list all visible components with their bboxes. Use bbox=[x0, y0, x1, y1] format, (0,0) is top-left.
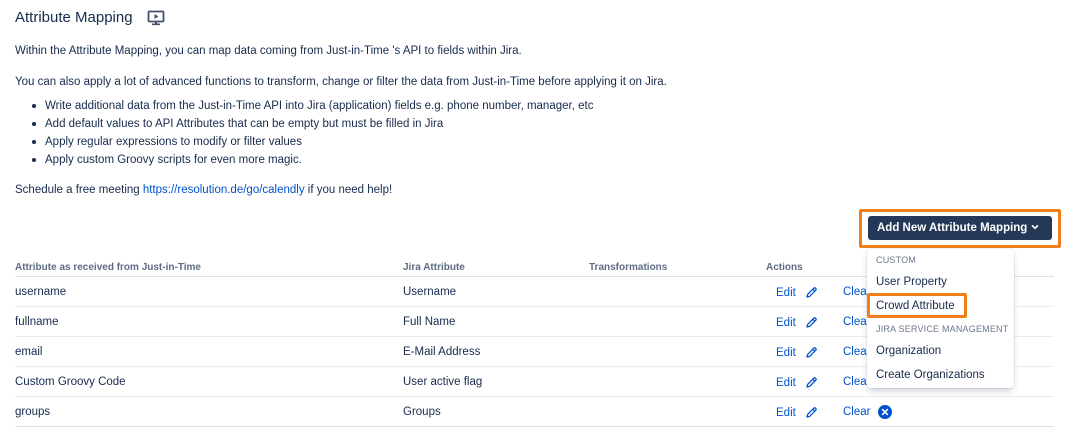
intro-text-advanced: You can also apply a lot of advanced fun… bbox=[15, 76, 667, 88]
page-title: Attribute Mapping bbox=[15, 9, 133, 26]
cell-attribute: username bbox=[15, 286, 67, 298]
edit-label: Edit bbox=[776, 286, 796, 299]
edit-label: Edit bbox=[776, 406, 796, 419]
page-header: Attribute Mapping bbox=[15, 9, 165, 26]
edit-button[interactable]: Edit bbox=[776, 286, 818, 299]
edit-label: Edit bbox=[776, 346, 796, 359]
edit-label: Edit bbox=[776, 316, 796, 329]
column-header-jira-attribute: Jira Attribute bbox=[403, 262, 465, 273]
cell-jira-attribute: Username bbox=[403, 286, 457, 298]
menu-item-organization[interactable]: Organization bbox=[876, 345, 941, 357]
menu-group-jira-service-management: JIRA SERVICE MANAGEMENT bbox=[876, 324, 1009, 334]
add-button-label: Add New Attribute Mapping bbox=[877, 222, 1028, 234]
menu-group-custom: CUSTOM bbox=[876, 255, 917, 265]
column-header-actions: Actions bbox=[766, 262, 803, 273]
list-item: Write additional data from the Just-in-T… bbox=[31, 99, 593, 117]
intro-text: Within the Attribute Mapping, you can ma… bbox=[15, 45, 522, 57]
edit-button[interactable]: Edit bbox=[776, 346, 818, 359]
menu-item-user-property[interactable]: User Property bbox=[876, 276, 947, 288]
list-item: Apply custom Groovy scripts for even mor… bbox=[31, 153, 593, 171]
close-circle-icon[interactable] bbox=[878, 405, 892, 419]
pencil-icon bbox=[806, 317, 817, 328]
list-item: Apply regular expressions to modify or f… bbox=[31, 135, 593, 153]
schedule-text: Schedule a free meeting https://resoluti… bbox=[15, 184, 392, 196]
add-new-attribute-mapping-button[interactable]: Add New Attribute Mapping bbox=[868, 216, 1052, 240]
add-mapping-dropdown-menu: CUSTOM User Property Crowd Attribute JIR… bbox=[867, 249, 1014, 388]
pencil-icon bbox=[806, 287, 817, 298]
cell-attribute: groups bbox=[15, 406, 51, 418]
add-button-highlight: Add New Attribute Mapping bbox=[859, 209, 1061, 248]
menu-item-create-organizations[interactable]: Create Organizations bbox=[876, 369, 985, 381]
pencil-icon bbox=[806, 347, 817, 358]
monitor-icon[interactable] bbox=[147, 10, 165, 26]
pencil-icon bbox=[806, 407, 817, 418]
pencil-icon bbox=[806, 377, 817, 388]
schedule-prefix: Schedule a free meeting bbox=[15, 184, 143, 196]
edit-button[interactable]: Edit bbox=[776, 406, 818, 419]
feature-list: Write additional data from the Just-in-T… bbox=[31, 99, 593, 171]
cell-jira-attribute: Groups bbox=[403, 406, 441, 418]
list-item: Add default values to API Attributes tha… bbox=[31, 117, 593, 135]
cell-jira-attribute: Full Name bbox=[403, 316, 456, 328]
edit-button[interactable]: Edit bbox=[776, 316, 818, 329]
cell-attribute: email bbox=[15, 346, 43, 358]
clear-button[interactable]: Clear bbox=[843, 406, 870, 418]
calendly-link[interactable]: https://resolution.de/go/calendly bbox=[143, 184, 305, 196]
cell-jira-attribute: E-Mail Address bbox=[403, 346, 481, 358]
cell-attribute: Custom Groovy Code bbox=[15, 376, 126, 388]
column-header-transformations: Transformations bbox=[589, 262, 668, 273]
table-row: groups Groups Edit Clear bbox=[15, 397, 1054, 427]
chevron-down-icon bbox=[1031, 225, 1039, 230]
edit-label: Edit bbox=[776, 376, 796, 389]
cell-attribute: fullname bbox=[15, 316, 59, 328]
schedule-suffix: if you need help! bbox=[304, 184, 393, 196]
cell-jira-attribute: User active flag bbox=[403, 376, 483, 388]
edit-button[interactable]: Edit bbox=[776, 376, 818, 389]
column-header-attribute: Attribute as received from Just-in-Time bbox=[15, 262, 201, 273]
menu-item-crowd-attribute[interactable]: Crowd Attribute bbox=[876, 300, 955, 312]
